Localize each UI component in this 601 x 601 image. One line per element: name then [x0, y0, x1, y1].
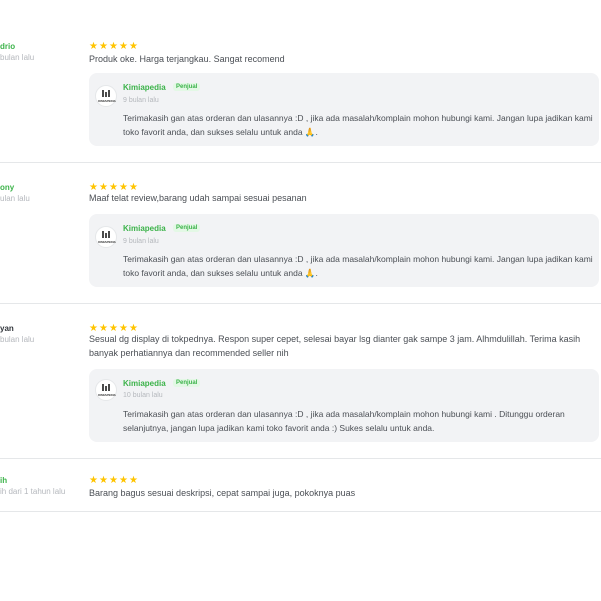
shop-logo[interactable]: KIMIAPEDIA	[95, 85, 117, 107]
shop-logo-text: KIMIAPEDIA	[98, 99, 116, 103]
reply-text: Terimakasih gan atas orderan dan ulasann…	[123, 254, 593, 278]
divider	[0, 303, 601, 304]
seller-badge: Penjual	[173, 83, 201, 91]
star-icon: ★	[89, 475, 98, 486]
reviewer-name[interactable]: ony	[0, 183, 14, 192]
divider	[0, 511, 601, 512]
review-item: yan bulan lalu ★ ★ ★ ★ ★ Sesual dg displ…	[0, 324, 601, 458]
shop-logo[interactable]: KIMIAPEDIA	[95, 226, 117, 248]
star-icon: ★	[129, 41, 138, 52]
reviewer-name[interactable]: ih	[0, 476, 7, 485]
seller-badge: Penjual	[173, 379, 201, 387]
review-time: bulan lalu	[0, 335, 35, 344]
reviewer-name[interactable]: yan	[0, 324, 14, 333]
divider	[0, 458, 601, 459]
review-time: bulan lalu	[0, 53, 35, 62]
divider	[0, 162, 601, 163]
review-text: Produk oke. Harga terjangkau. Sangat rec…	[89, 54, 285, 64]
star-icon: ★	[129, 475, 138, 486]
shop-logo-icon	[102, 231, 111, 238]
review-time: ulan lalu	[0, 194, 30, 203]
review-item: ih ih dari 1 tahun lalu ★ ★ ★ ★ ★ Barang…	[0, 476, 601, 511]
review-text: Barang bagus sesuai deskripsi, cepat sam…	[89, 488, 356, 498]
shop-name[interactable]: Kimiapedia	[123, 83, 166, 92]
seller-reply: KIMIAPEDIA Kimiapedia Penjual 9 bulan la…	[89, 214, 599, 287]
shop-logo-icon	[102, 90, 111, 97]
star-icon: ★	[109, 475, 118, 486]
reply-text: Terimakasih gan atas orderan dan ulasann…	[123, 409, 565, 433]
star-icon: ★	[119, 41, 128, 52]
review-item: ony ulan lalu ★ ★ ★ ★ ★ Maaf telat revie…	[0, 183, 601, 303]
star-icon: ★	[89, 41, 98, 52]
star-icon: ★	[99, 41, 108, 52]
shop-logo[interactable]: KIMIAPEDIA	[95, 379, 117, 401]
review-item: drio bulan lalu ★ ★ ★ ★ ★ Produk oke. Ha…	[0, 42, 601, 162]
reviewer-name[interactable]: drio	[0, 42, 15, 51]
review-text: Sesual dg display di tokpednya. Respon s…	[89, 334, 581, 358]
seller-reply: KIMIAPEDIA Kimiapedia Penjual 9 bulan la…	[89, 73, 599, 146]
reply-time: 9 bulan lalu	[123, 97, 159, 104]
shop-logo-text: KIMIAPEDIA	[98, 240, 116, 244]
shop-name[interactable]: Kimiapedia	[123, 224, 166, 233]
rating-stars: ★ ★ ★ ★ ★	[89, 42, 138, 52]
shop-logo-text: KIMIAPEDIA	[98, 393, 116, 397]
reply-time: 10 bulan lalu	[123, 392, 163, 399]
star-icon: ★	[119, 475, 128, 486]
reply-time: 9 bulan lalu	[123, 238, 159, 245]
rating-stars: ★ ★ ★ ★ ★	[89, 476, 138, 486]
seller-badge: Penjual	[173, 224, 201, 232]
seller-reply: KIMIAPEDIA Kimiapedia Penjual 10 bulan l…	[89, 369, 599, 442]
shop-logo-icon	[102, 384, 111, 391]
shop-name[interactable]: Kimiapedia	[123, 379, 166, 388]
review-text: Maaf telat review,barang udah sampai ses…	[89, 193, 307, 203]
star-icon: ★	[99, 475, 108, 486]
star-icon: ★	[109, 41, 118, 52]
reply-text: Terimakasih gan atas orderan dan ulasann…	[123, 113, 593, 137]
review-time: ih dari 1 tahun lalu	[0, 487, 66, 496]
